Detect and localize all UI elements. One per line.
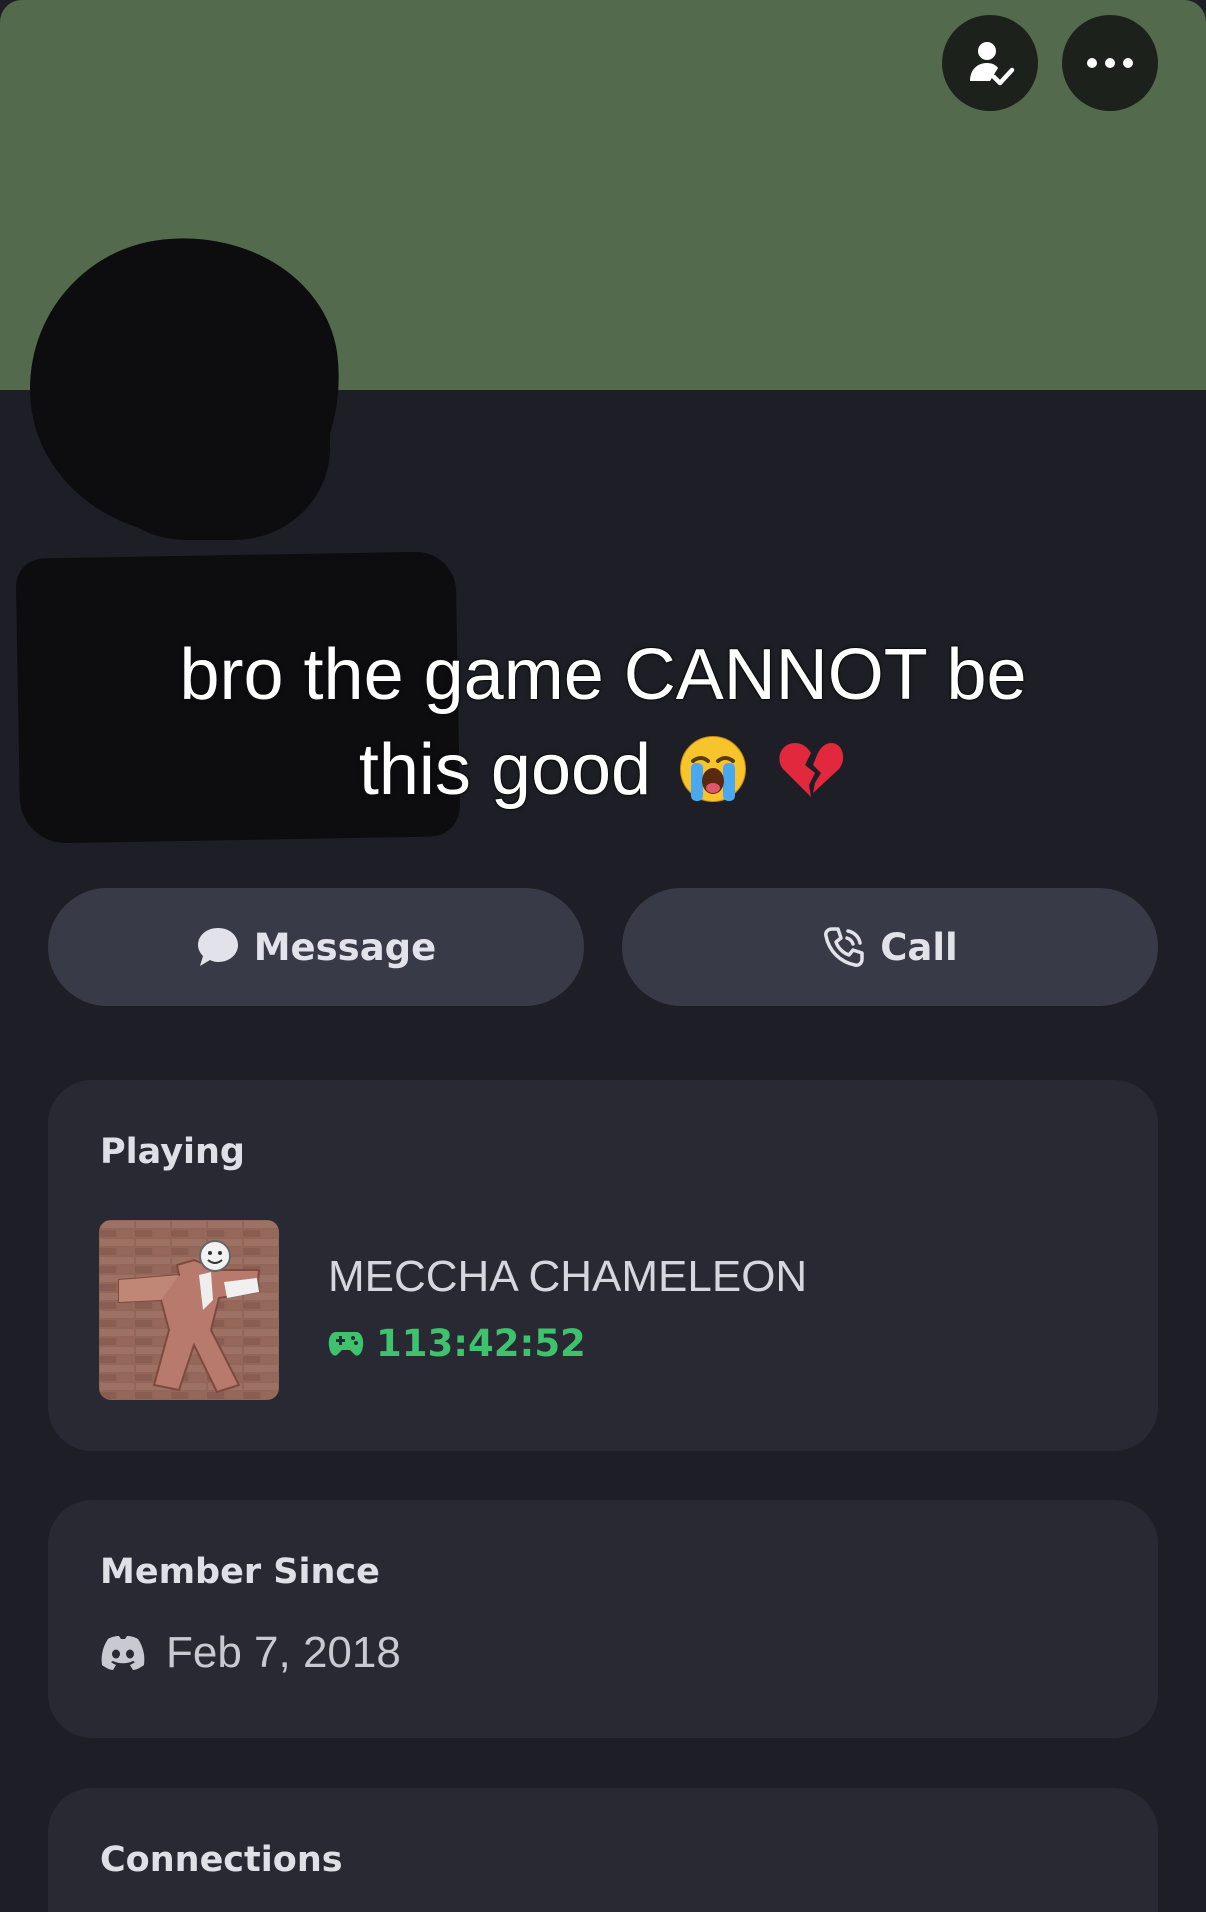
message-button[interactable]: Message — [48, 888, 584, 1006]
phone-call-icon — [824, 927, 864, 967]
redacted-avatar-fill — [90, 310, 330, 540]
game-elapsed-row: 113:42:52 — [328, 1322, 586, 1365]
game-cover-art — [99, 1220, 279, 1400]
member-since-card: Member Since Feb 7, 2018 — [48, 1500, 1158, 1738]
call-button[interactable]: Call — [622, 888, 1158, 1006]
member-since-title: Member Since — [100, 1552, 380, 1592]
speech-bubble-icon — [197, 928, 238, 966]
connections-title: Connections — [100, 1840, 343, 1880]
member-since-date: Feb 7, 2018 — [166, 1628, 401, 1677]
caption-line-2-text: this good — [358, 729, 652, 811]
member-since-row: Feb 7, 2018 — [100, 1628, 401, 1678]
caption-line-2: this good — [90, 723, 1116, 818]
profile-screen: bro the game CANNOT be this good Message — [0, 0, 1206, 1912]
more-options-button[interactable] — [1062, 15, 1158, 111]
playing-activity-card[interactable]: Playing MECCHA CHAMELEON 113:42:52 — [48, 1080, 1158, 1451]
ellipsis-icon — [1087, 58, 1133, 68]
person-check-icon — [970, 42, 1015, 86]
playing-section-title: Playing — [100, 1132, 245, 1172]
loudly-crying-face-icon — [680, 735, 747, 802]
broken-heart-icon — [779, 742, 844, 797]
video-caption: bro the game CANNOT be this good — [90, 628, 1116, 818]
caption-line-1: bro the game CANNOT be — [178, 634, 1027, 716]
game-elapsed-time: 113:42:52 — [376, 1322, 586, 1365]
game-name: MECCHA CHAMELEON — [328, 1252, 808, 1301]
call-button-label: Call — [880, 925, 958, 969]
friend-status-button[interactable] — [942, 15, 1038, 111]
gamepad-icon — [328, 1331, 364, 1356]
discord-logo-icon — [101, 1636, 145, 1670]
connections-card: Connections — [48, 1788, 1158, 1912]
message-button-label: Message — [253, 925, 437, 969]
